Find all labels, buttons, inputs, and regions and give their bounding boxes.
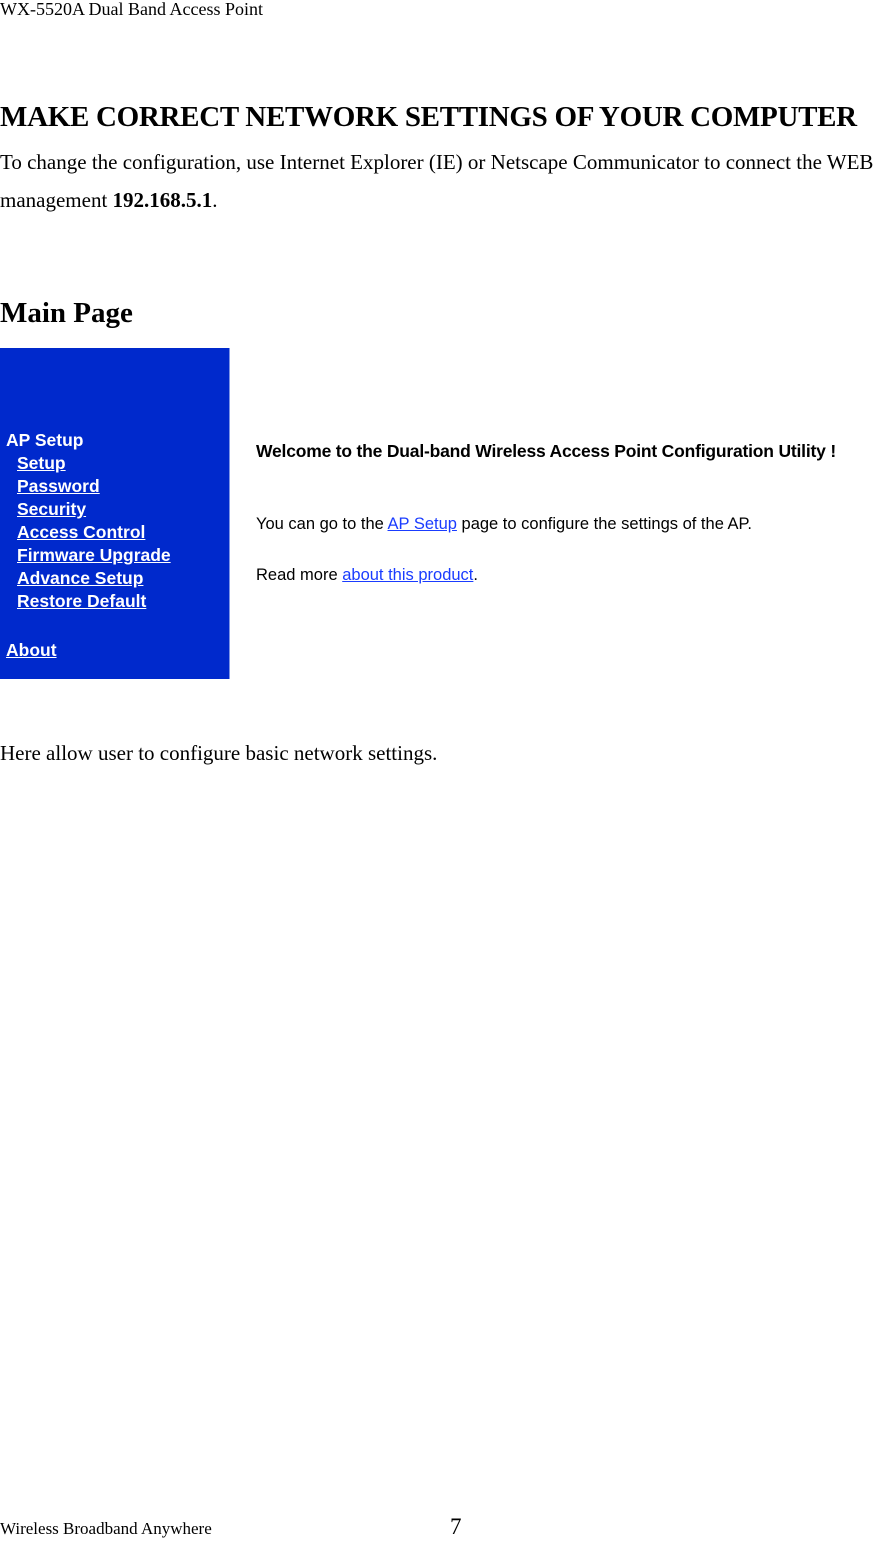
- sidebar-item-advance-setup[interactable]: Advance Setup: [17, 567, 171, 590]
- section-heading: MAKE CORRECT NETWORK SETTINGS OF YOUR CO…: [0, 101, 857, 133]
- sidebar-item-security[interactable]: Security: [17, 498, 171, 521]
- ap-setup-link[interactable]: AP Setup: [388, 515, 457, 533]
- sidebar-item-access-control[interactable]: Access Control: [17, 521, 171, 544]
- about-product-link[interactable]: about this product: [342, 566, 473, 584]
- intro-end: .: [212, 188, 218, 212]
- sidebar-item-password[interactable]: Password: [17, 475, 171, 498]
- document-header-title: WX-5520A Dual Band Access Point: [0, 0, 263, 19]
- ip-address: 192.168.5.1: [112, 188, 213, 212]
- sidebar-links: Setup Password Security Access Control F…: [17, 452, 171, 613]
- line1-prefix: You can go to the: [256, 515, 388, 533]
- sidebar-item-firmware-upgrade[interactable]: Firmware Upgrade: [17, 544, 171, 567]
- main-page-heading: Main Page: [0, 297, 133, 329]
- line2-suffix: .: [473, 566, 478, 584]
- sidebar-nav: AP Setup Setup Password Security Access …: [0, 348, 230, 679]
- welcome-heading: Welcome to the Dual-band Wireless Access…: [256, 441, 836, 461]
- page-number: 7: [450, 1514, 462, 1539]
- sidebar-item-setup[interactable]: Setup: [17, 452, 171, 475]
- ap-setup-line: You can go to the AP Setup page to confi…: [256, 513, 752, 535]
- sidebar-item-about[interactable]: About: [6, 639, 57, 661]
- description-text: Here allow user to configure basic netwo…: [0, 741, 438, 765]
- line2-prefix: Read more: [256, 566, 343, 584]
- sidebar-item-restore-default[interactable]: Restore Default: [17, 590, 171, 613]
- intro-paragraph: To change the configuration, use Interne…: [0, 143, 894, 219]
- sidebar-group-title: AP Setup: [6, 430, 84, 450]
- read-more-line: Read more about this product.: [256, 564, 478, 586]
- line1-suffix: page to configure the settings of the AP…: [456, 515, 753, 533]
- footer-tagline: Wireless Broadband Anywhere: [0, 1519, 212, 1538]
- main-page-screenshot: AP Setup Setup Password Security Access …: [0, 348, 894, 679]
